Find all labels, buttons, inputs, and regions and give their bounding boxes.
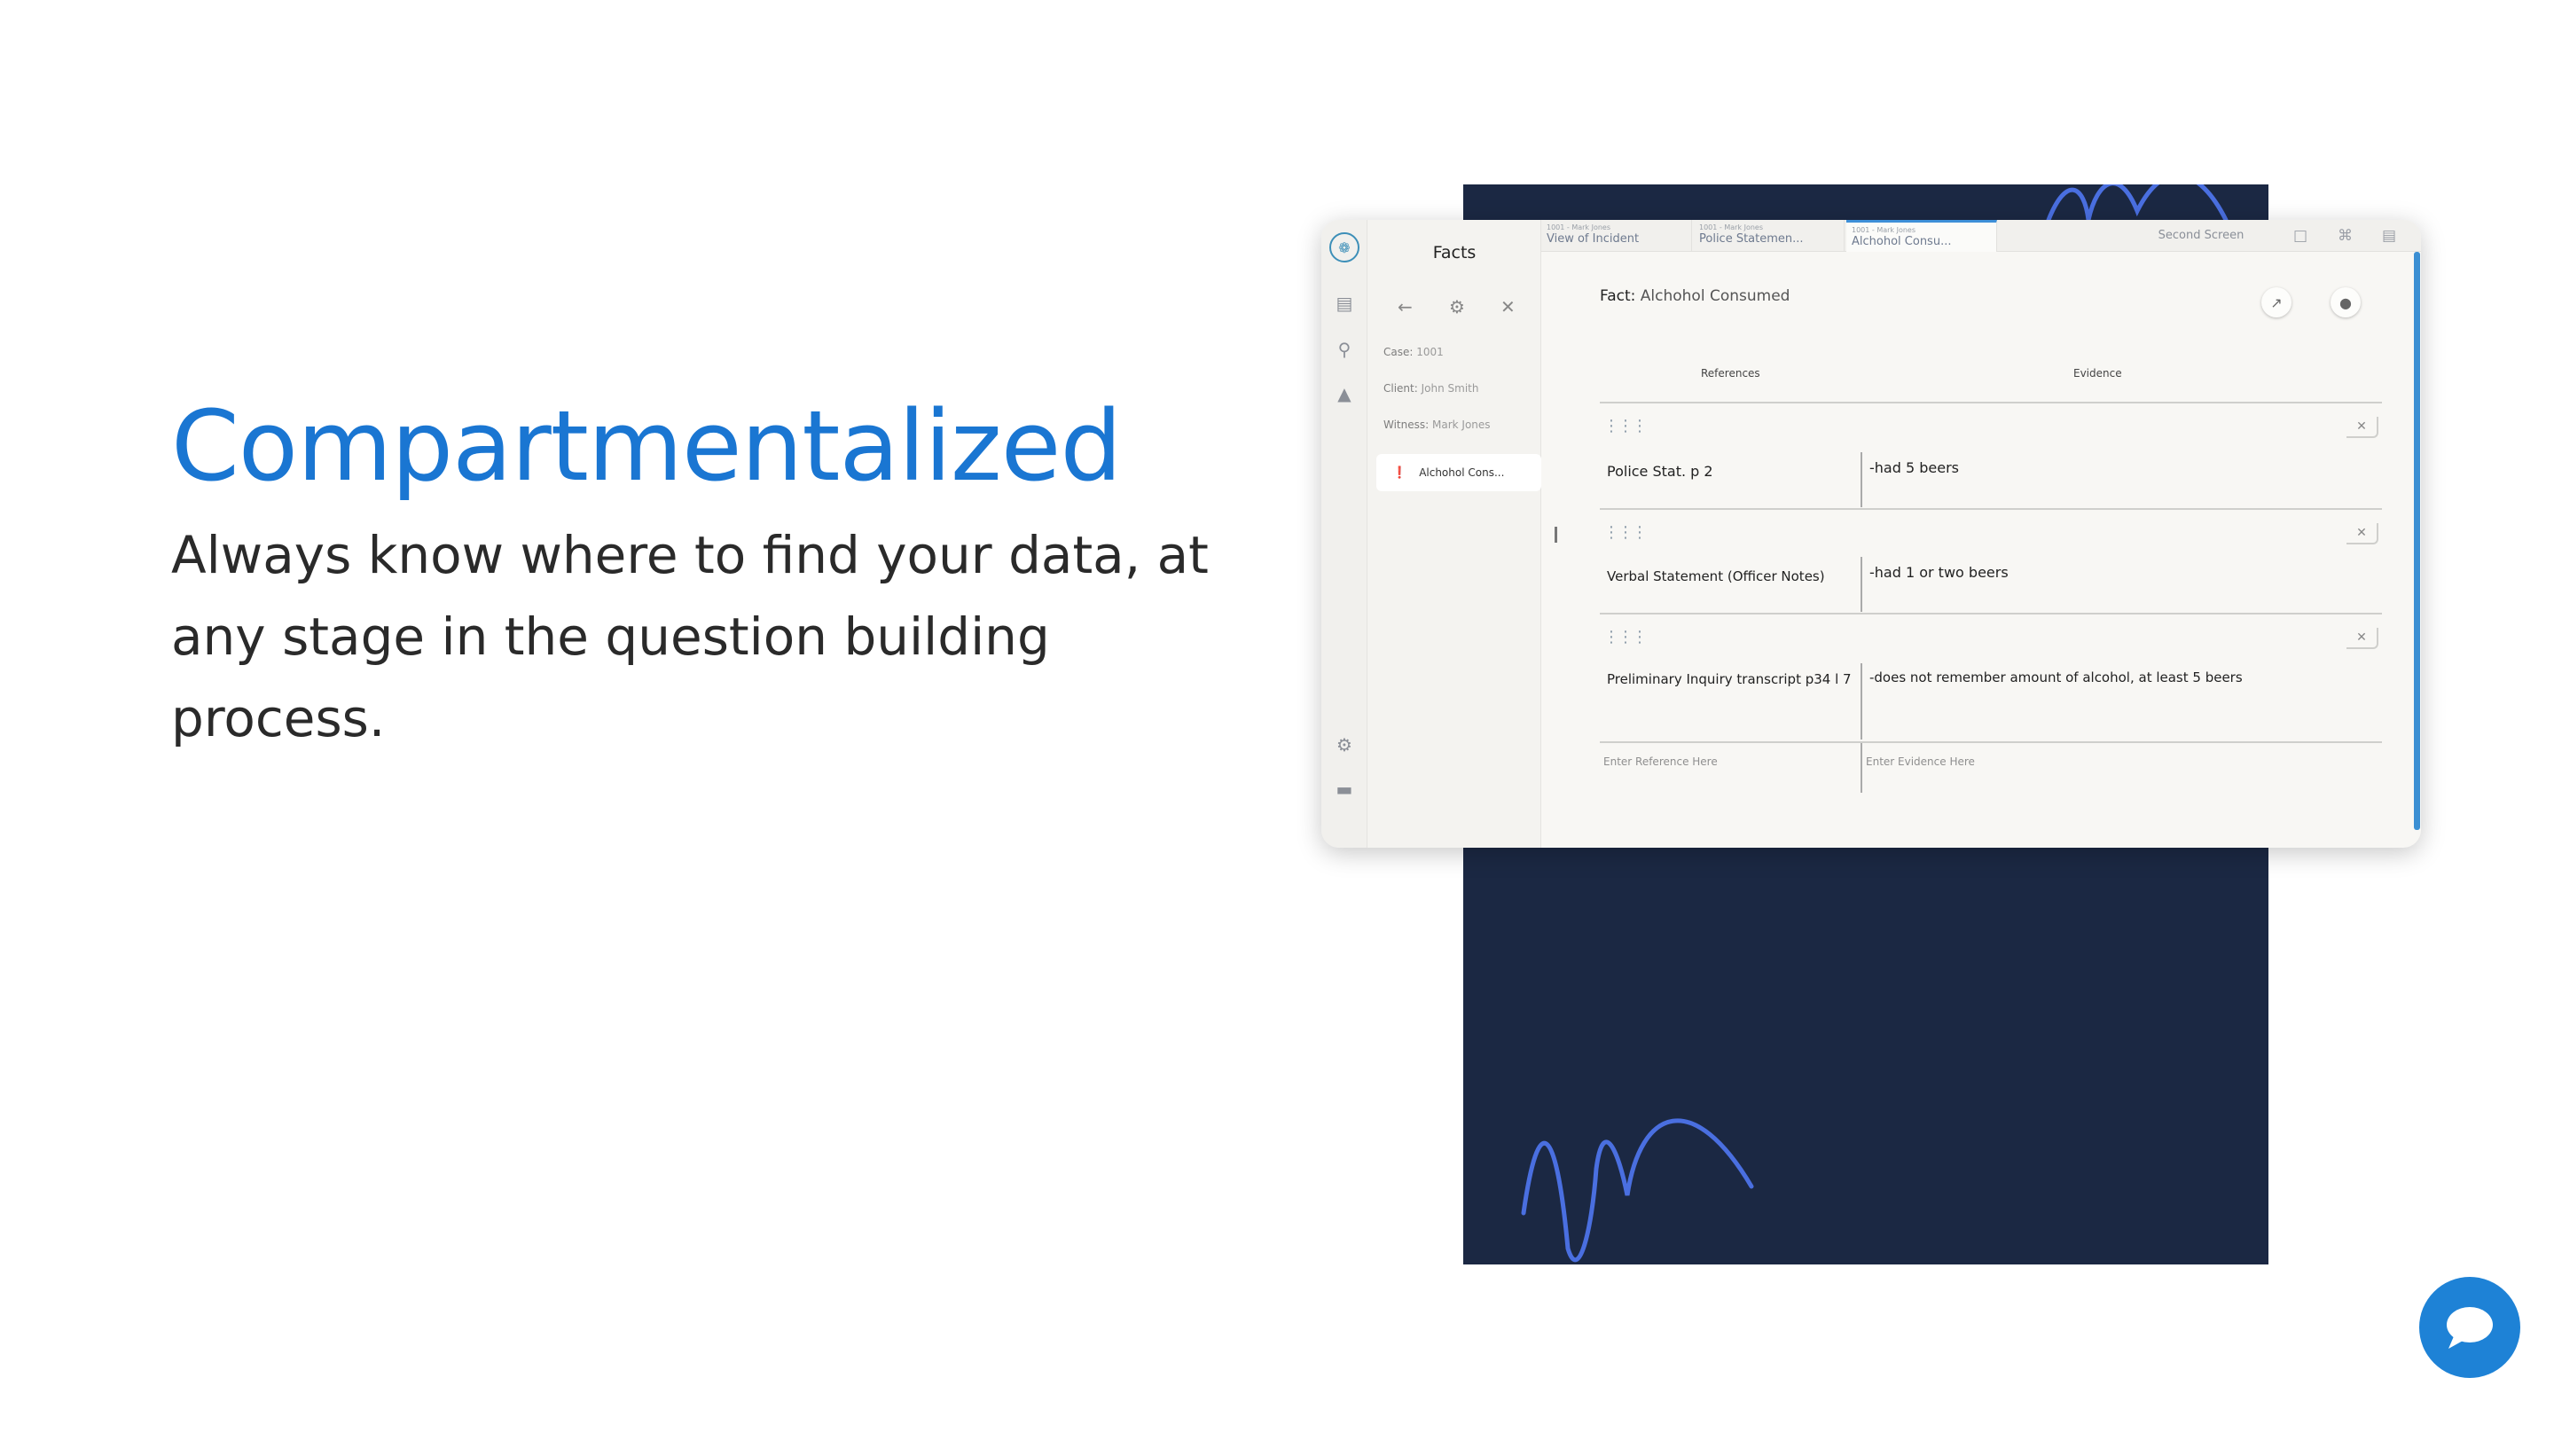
- evidence-cell[interactable]: -had 1 or two beers: [1869, 560, 2366, 585]
- reference-cell[interactable]: Preliminary Inquiry transcript p34 l 7: [1607, 667, 1857, 692]
- fact-heading: Fact: Alchohol Consumed: [1600, 287, 1790, 305]
- references-header: References: [1701, 367, 1760, 380]
- drag-handle-icon[interactable]: ⋮⋮⋮: [1603, 523, 1648, 542]
- panel-resize-handle[interactable]: [1555, 527, 1557, 543]
- chat-bubbles-icon[interactable]: ⚲: [1334, 339, 1355, 360]
- scrollbar[interactable]: [2414, 252, 2420, 830]
- evidence-header: Evidence: [2073, 367, 2122, 380]
- hero-title: Compartmentalized: [171, 389, 1122, 503]
- delete-row-button[interactable]: ✕: [2346, 417, 2378, 438]
- drag-handle-icon[interactable]: ⋮⋮⋮: [1603, 628, 1648, 646]
- column-divider: [1861, 663, 1862, 740]
- second-screen-button[interactable]: Second Screen: [2144, 220, 2258, 252]
- footprints-icon: ❗: [1392, 466, 1407, 480]
- chat-bubbles-button-icon[interactable]: ●: [2331, 287, 2361, 317]
- back-arrow-icon[interactable]: ←: [1398, 296, 1413, 317]
- document-icon[interactable]: ▤: [2382, 227, 2396, 245]
- reference-cell[interactable]: Verbal Statement (Officer Notes): [1607, 564, 1855, 589]
- witness-meta: Witness: Mark Jones: [1383, 419, 1491, 431]
- window-icon[interactable]: □: [2293, 227, 2307, 245]
- client-meta: Client: John Smith: [1383, 382, 1479, 395]
- close-icon[interactable]: ✕: [1500, 296, 1516, 317]
- export-icon[interactable]: ↗: [2261, 287, 2292, 317]
- chat-button[interactable]: [2419, 1277, 2520, 1378]
- evidence-cell[interactable]: -had 5 beers: [1869, 456, 2366, 481]
- reference-input[interactable]: Enter Reference Here: [1603, 755, 1718, 768]
- hero-description: Always know where to find your data, at …: [171, 525, 1209, 748]
- case-meta: Case: 1001: [1383, 346, 1444, 358]
- delete-row-button[interactable]: ✕: [2346, 628, 2378, 649]
- drag-handle-icon[interactable]: ⋮⋮⋮: [1603, 417, 1648, 435]
- column-divider: [1861, 557, 1862, 612]
- tab-alchohol-consumed[interactable]: 1001 - Mark Jones Alchohol Consu...: [1846, 220, 1997, 252]
- logo-icon[interactable]: ❁: [1329, 232, 1359, 262]
- delete-row-button[interactable]: ✕: [2346, 523, 2378, 544]
- tab-police-statement[interactable]: 1001 - Mark Jones Police Statemen...: [1694, 220, 1845, 252]
- document-search-icon[interactable]: ▤: [1334, 293, 1355, 314]
- bell-icon[interactable]: ▲: [1334, 383, 1355, 404]
- icon-rail: ❁ ▤ ⚲ ▲ ⚙ ▬: [1321, 220, 1367, 848]
- expand-icon[interactable]: ⌘: [2338, 227, 2353, 245]
- chat-bubble-icon: [2447, 1307, 2493, 1349]
- fact-list-item[interactable]: ❗ Alchohol Cons...: [1376, 454, 1541, 491]
- gear-icon[interactable]: ⚙: [1449, 296, 1465, 317]
- column-divider: [1861, 452, 1862, 507]
- header-divider: [1600, 402, 2382, 403]
- facts-panel: Facts ← ⚙ ✕ Case: 1001 Client: John Smit…: [1367, 220, 1541, 848]
- row-divider: [1600, 741, 2382, 743]
- evidence-cell[interactable]: -does not remember amount of alcohol, at…: [1869, 665, 2384, 690]
- app-window: ❁ ▤ ⚲ ▲ ⚙ ▬ Facts ← ⚙ ✕ Case: 1001 Clien…: [1321, 220, 2421, 848]
- column-divider: [1861, 743, 1862, 793]
- fact-list-item-label: Alchohol Cons...: [1419, 466, 1505, 479]
- tab-view-of-incident[interactable]: 1001 - Mark Jones View of Incident: [1541, 220, 1692, 252]
- logout-icon[interactable]: ▬: [1334, 779, 1355, 800]
- tab-bar: 1001 - Mark Jones View of Incident 1001 …: [1541, 220, 2421, 252]
- settings-icon[interactable]: ⚙: [1334, 734, 1355, 755]
- row-divider: [1600, 613, 2382, 614]
- facts-panel-title: Facts: [1432, 243, 1477, 262]
- reference-cell[interactable]: Police Stat. p 2: [1607, 459, 1846, 484]
- row-divider: [1600, 508, 2382, 510]
- evidence-input[interactable]: Enter Evidence Here: [1866, 755, 1975, 768]
